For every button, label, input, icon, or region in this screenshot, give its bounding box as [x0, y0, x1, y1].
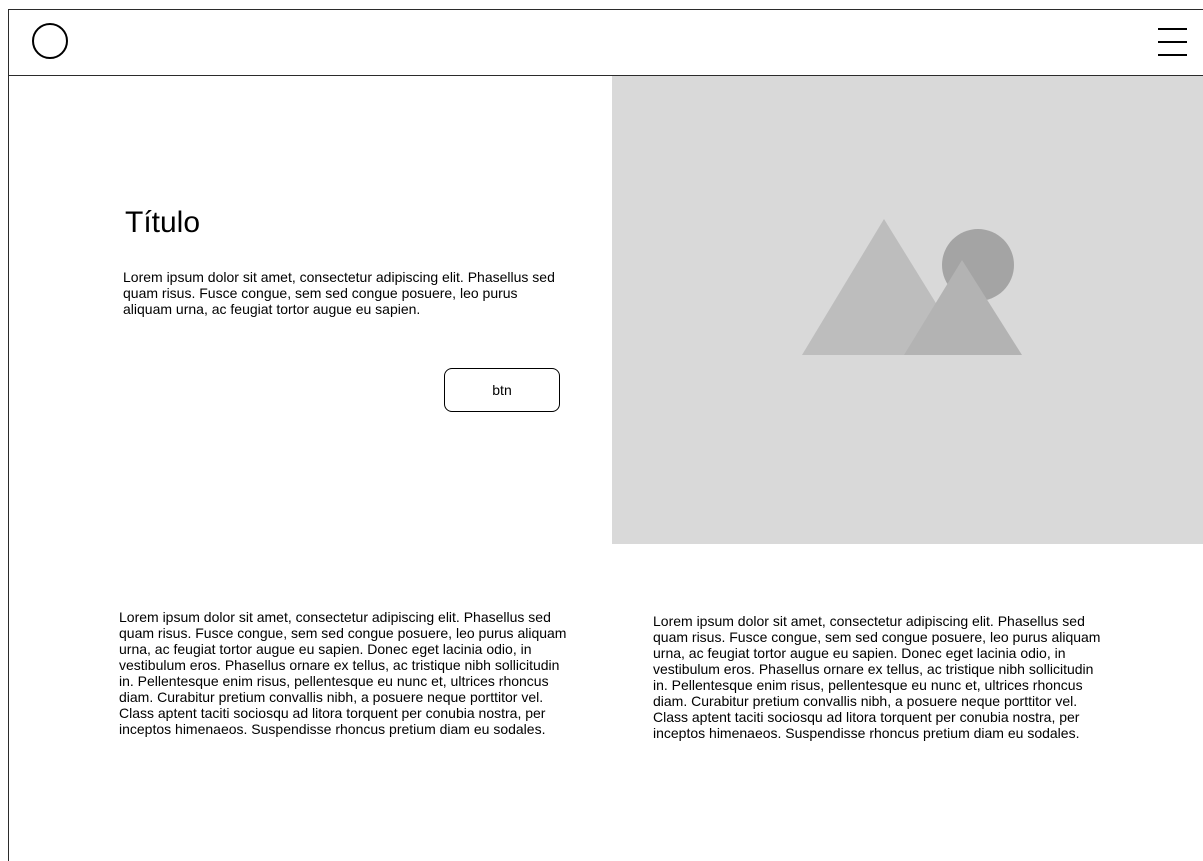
hero-title: Título — [125, 206, 201, 239]
primary-button[interactable]: btn — [444, 368, 560, 412]
left-column-text: Lorem ipsum dolor sit amet, consectetur … — [119, 609, 567, 737]
menu-line-middle — [1158, 41, 1187, 43]
hero-image-placeholder — [612, 76, 1203, 544]
image-placeholder-icon — [802, 219, 1022, 355]
page-frame: Título Lorem ipsum dolor sit amet, conse… — [8, 9, 1203, 861]
menu-line-bottom — [1158, 54, 1187, 56]
top-header — [9, 10, 1203, 76]
hamburger-menu-icon[interactable] — [1158, 28, 1187, 56]
hero-description: Lorem ipsum dolor sit amet, consectetur … — [123, 269, 555, 317]
circle-logo-icon[interactable] — [32, 23, 68, 59]
menu-line-top — [1158, 28, 1187, 30]
right-column-text: Lorem ipsum dolor sit amet, consectetur … — [653, 613, 1101, 741]
